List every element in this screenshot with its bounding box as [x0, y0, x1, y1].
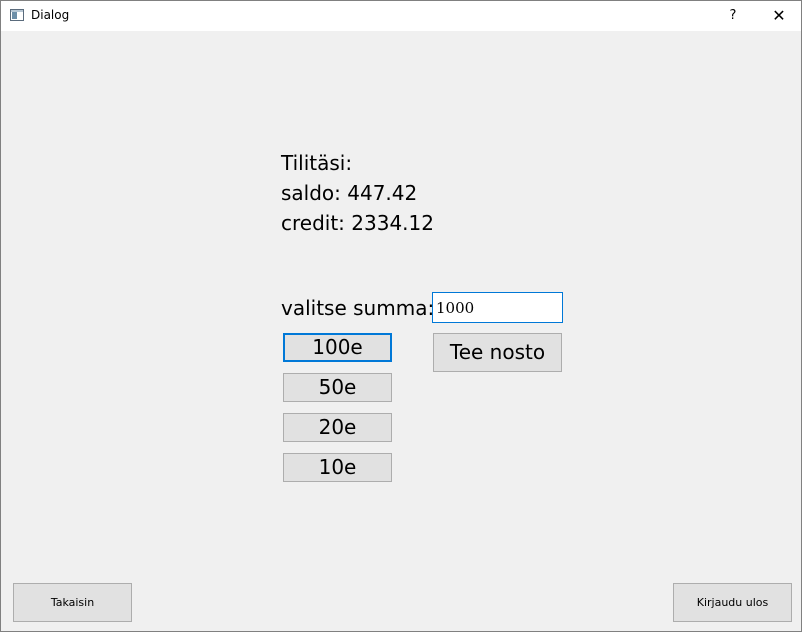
title-bar: Dialog ? ✕: [1, 1, 801, 31]
credit-label: credit: 2334.12: [281, 211, 434, 235]
amount-label: valitse summa:: [281, 296, 435, 320]
app-window-icon: [10, 9, 24, 21]
amount-10-button[interactable]: 10e: [283, 453, 392, 482]
amount-input[interactable]: [432, 292, 563, 323]
amount-50-button[interactable]: 50e: [283, 373, 392, 402]
amount-100-button[interactable]: 100e: [283, 333, 392, 362]
dialog-window: Dialog ? ✕ Tilitäsi: saldo: 447.42 credi…: [0, 0, 802, 632]
withdraw-button[interactable]: Tee nosto: [433, 333, 562, 372]
balance-label: saldo: 447.42: [281, 181, 418, 205]
window-title: Dialog: [31, 8, 70, 22]
close-icon[interactable]: ✕: [757, 1, 801, 31]
back-button[interactable]: Takaisin: [13, 583, 132, 622]
help-icon[interactable]: ?: [711, 1, 755, 31]
logout-button[interactable]: Kirjaudu ulos: [673, 583, 792, 622]
account-heading: Tilitäsi:: [281, 151, 353, 175]
amount-20-button[interactable]: 20e: [283, 413, 392, 442]
